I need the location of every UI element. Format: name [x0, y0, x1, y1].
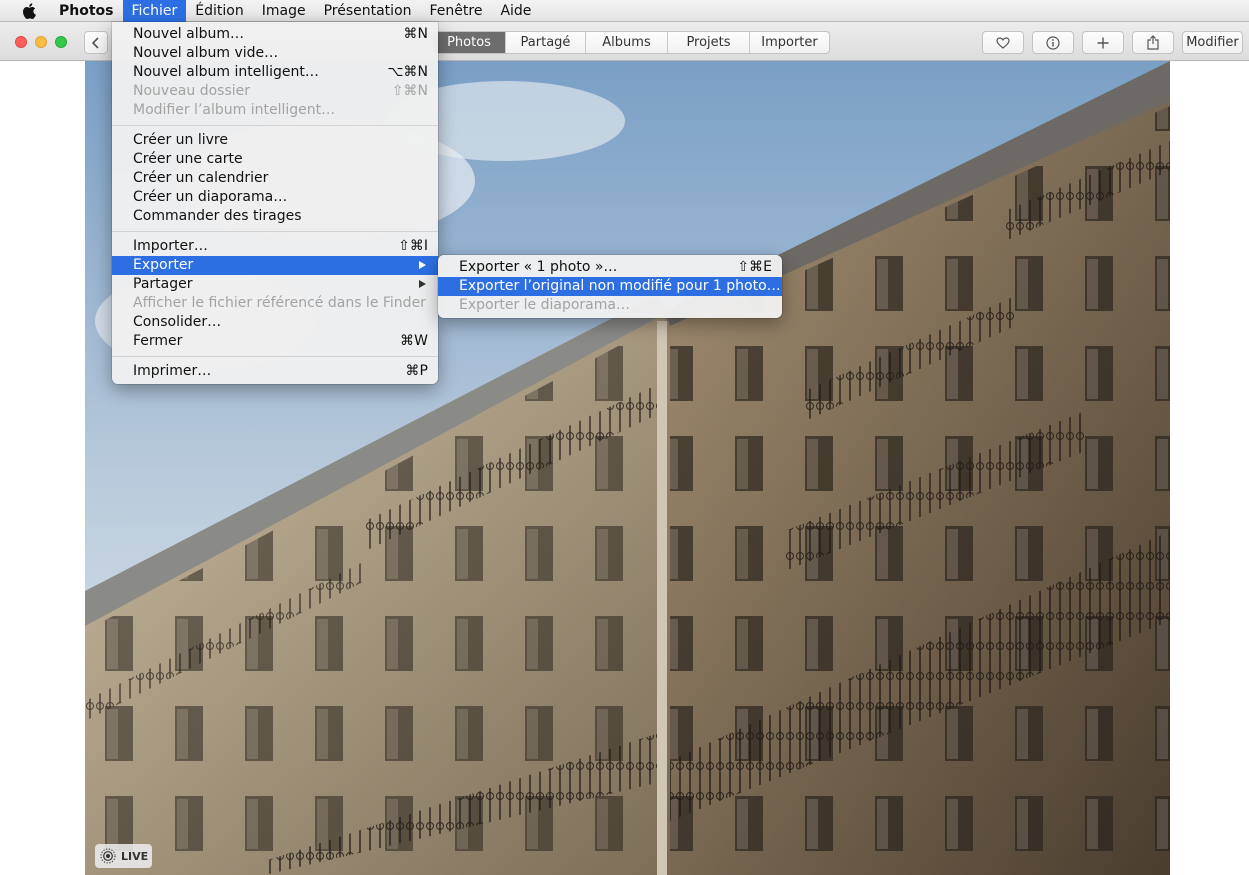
tab-photos[interactable]: Photos: [433, 32, 505, 53]
menu-separator: [112, 356, 438, 357]
zoom-window-button[interactable]: [55, 36, 67, 48]
info-icon: [1046, 35, 1060, 50]
view-segmented-control: Photos Partagé Albums Projets Importer: [432, 31, 830, 54]
add-button[interactable]: [1082, 31, 1124, 54]
menu-item-create-slideshow[interactable]: Créer un diaporama…: [112, 188, 438, 207]
menu-fichier[interactable]: Fichier: [122, 0, 187, 22]
menu-image[interactable]: Image: [253, 0, 315, 22]
tab-importer[interactable]: Importer: [749, 32, 829, 53]
menu-item-create-calendar[interactable]: Créer un calendrier: [112, 169, 438, 188]
menu-item-consolidate[interactable]: Consolider…: [112, 313, 438, 332]
live-photo-icon: [100, 848, 116, 864]
submenu-arrow-icon: [419, 261, 426, 269]
submenu-item-export-slideshow: Exporter le diaporama…: [459, 297, 630, 313]
live-photo-badge[interactable]: LIVE: [95, 844, 152, 868]
menu-item-new-empty-album[interactable]: Nouvel album vide…: [112, 44, 438, 63]
chevron-left-icon: [91, 36, 99, 49]
share-icon: [1147, 35, 1159, 50]
minimize-window-button[interactable]: [35, 36, 47, 48]
heart-icon: [996, 36, 1010, 49]
menu-bar: Photos Fichier Édition Image Présentatio…: [0, 0, 1249, 22]
menu-item-export[interactable]: Exporter: [112, 256, 438, 275]
back-button[interactable]: [84, 31, 108, 54]
menu-item-create-book[interactable]: Créer un livre: [112, 131, 438, 150]
submenu-item-export-photo[interactable]: Exporter « 1 photo »… ⇧⌘E: [438, 258, 782, 277]
menu-item-edit-smart-album: Modifier l’album intelligent…: [133, 102, 336, 118]
menu-separator: [112, 231, 438, 232]
apple-logo-icon[interactable]: [18, 2, 40, 19]
menu-separator: [112, 125, 438, 126]
plus-icon: [1097, 37, 1109, 48]
close-window-button[interactable]: [15, 36, 27, 48]
menu-fenetre[interactable]: Fenêtre: [421, 0, 492, 22]
file-menu: Nouvel album… ⌘N Nouvel album vide… Nouve…: [112, 22, 438, 384]
tab-partage[interactable]: Partagé: [505, 32, 585, 53]
export-submenu: Exporter « 1 photo »… ⇧⌘E Exporter l’orig…: [438, 255, 782, 318]
info-button[interactable]: [1032, 31, 1074, 54]
menu-item-close[interactable]: Fermer ⌘W: [112, 332, 438, 351]
tab-albums[interactable]: Albums: [585, 32, 667, 53]
menu-presentation[interactable]: Présentation: [315, 0, 421, 22]
menu-item-new-album[interactable]: Nouvel album… ⌘N: [112, 25, 438, 44]
tab-projets[interactable]: Projets: [667, 32, 749, 53]
menu-edition[interactable]: Édition: [186, 0, 252, 22]
menu-item-import[interactable]: Importer… ⇧⌘I: [112, 237, 438, 256]
live-label: LIVE: [121, 849, 149, 863]
menu-photos[interactable]: Photos: [50, 0, 123, 22]
menu-item-order-prints[interactable]: Commander des tirages: [112, 207, 438, 226]
menu-item-new-smart-album[interactable]: Nouvel album intelligent… ⌥⌘N: [112, 63, 438, 82]
submenu-arrow-icon: [419, 280, 426, 288]
menu-item-show-referenced-file: Afficher le fichier référencé dans le Fi…: [133, 295, 426, 311]
menu-aide[interactable]: Aide: [491, 0, 540, 22]
submenu-item-export-unmodified-original[interactable]: Exporter l’original non modifié pour 1 p…: [438, 277, 782, 296]
favorite-button[interactable]: [982, 31, 1024, 54]
menu-item-share[interactable]: Partager: [112, 275, 438, 294]
menu-item-print[interactable]: Imprimer… ⌘P: [112, 362, 438, 381]
share-button[interactable]: [1132, 31, 1174, 54]
menu-item-new-folder: Nouveau dossier ⇧⌘N: [133, 83, 428, 99]
edit-button[interactable]: Modifier: [1182, 31, 1243, 54]
menu-item-create-card[interactable]: Créer une carte: [112, 150, 438, 169]
